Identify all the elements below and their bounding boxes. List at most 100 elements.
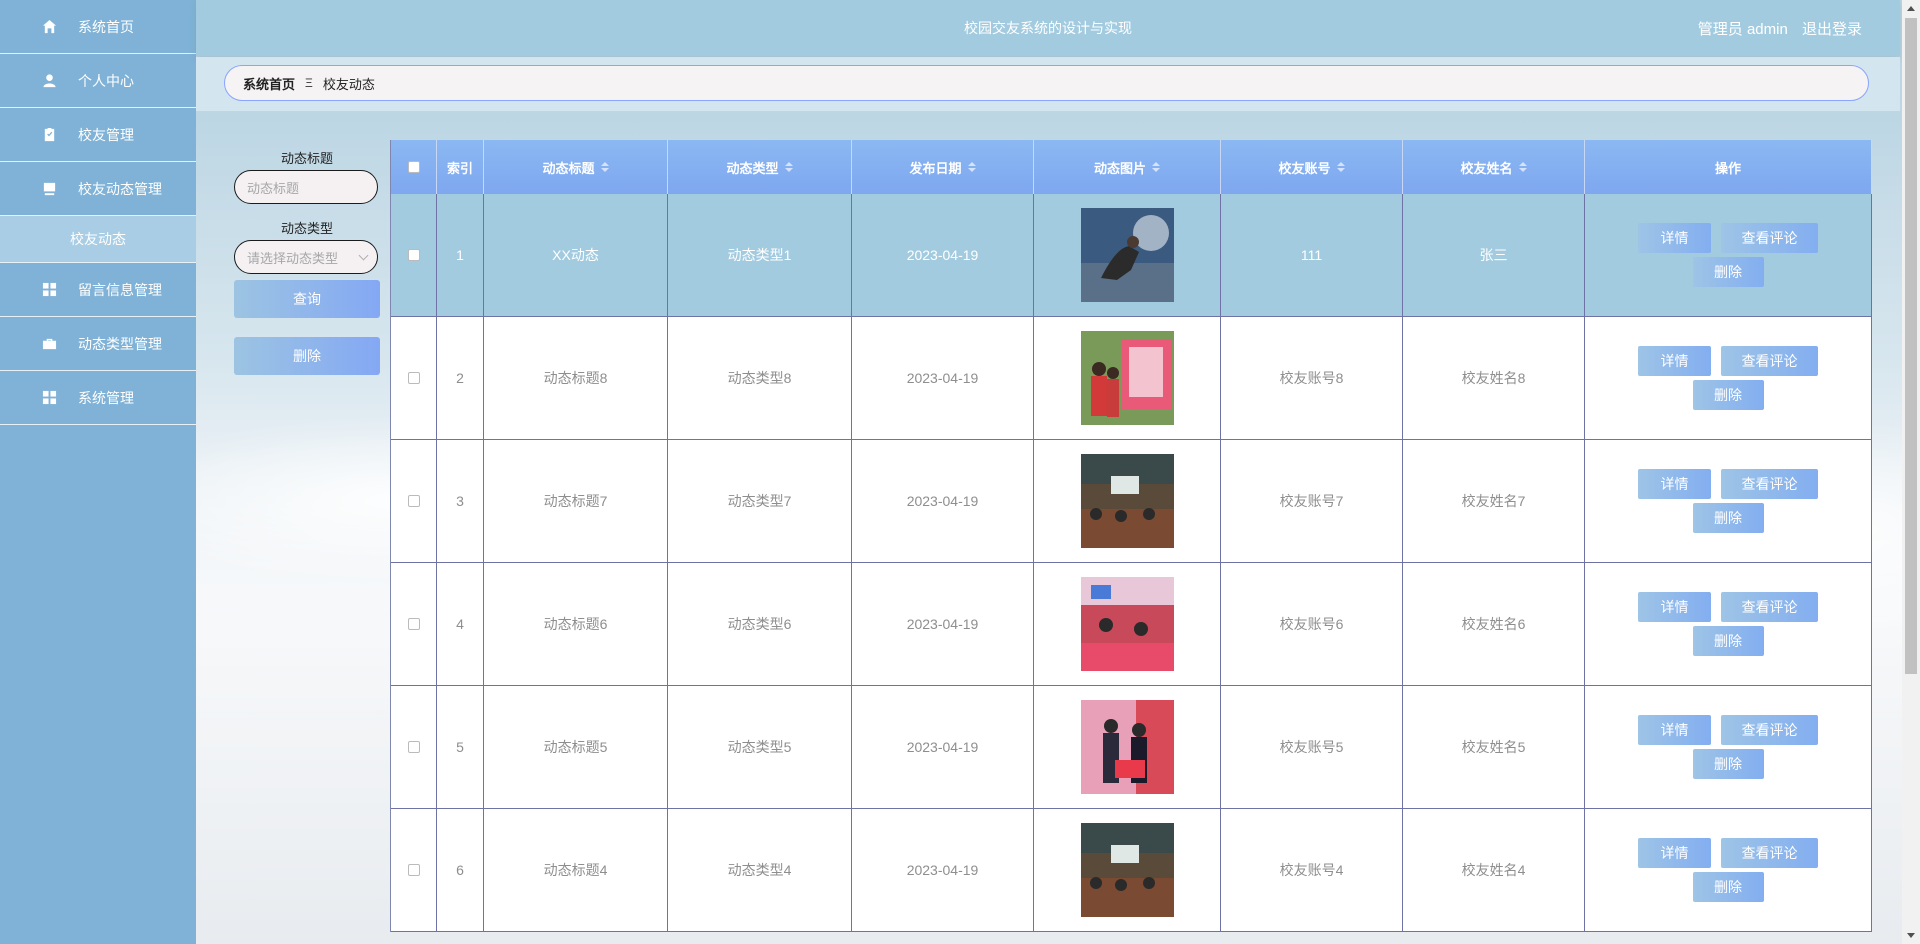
- user-area: 管理员 admin 退出登录: [1688, 18, 1862, 39]
- delete-button[interactable]: 删除: [1692, 257, 1764, 287]
- type-select[interactable]: 请选择动态类型: [234, 240, 378, 274]
- scrollbar-thumb[interactable]: [1905, 18, 1917, 674]
- view-comments-button[interactable]: 查看评论: [1721, 223, 1818, 253]
- row-date: 2023-04-19: [852, 563, 1034, 685]
- row-date: 2023-04-19: [852, 809, 1034, 931]
- sidebar-item-profile[interactable]: 个人中心: [0, 54, 196, 108]
- delete-button[interactable]: 删除: [1692, 872, 1764, 902]
- sidebar-item-label: 系统管理: [78, 389, 134, 406]
- table-row[interactable]: 4 动态标题6 动态类型6 2023-04-19 校友账号6 校友姓名6 详情查…: [391, 563, 1872, 686]
- view-comments-button[interactable]: 查看评论: [1721, 715, 1818, 745]
- delete-button[interactable]: 删除: [1692, 380, 1764, 410]
- table-row[interactable]: 2 动态标题8 动态类型8 2023-04-19 校友账号8 校友姓名8 详情查…: [391, 317, 1872, 440]
- view-comments-button[interactable]: 查看评论: [1721, 592, 1818, 622]
- detail-button[interactable]: 详情: [1638, 715, 1711, 745]
- dynamic-photo[interactable]: [1080, 577, 1174, 671]
- page-scrollbar[interactable]: [1902, 0, 1920, 944]
- dynamic-photo[interactable]: [1080, 700, 1174, 794]
- dynamic-photo[interactable]: [1080, 454, 1174, 548]
- sidebar-item-messages[interactable]: 留言信息管理: [0, 263, 196, 317]
- dynamic-photo[interactable]: [1080, 331, 1174, 425]
- logout-link[interactable]: 退出登录: [1802, 21, 1862, 38]
- row-index: 6: [437, 809, 484, 931]
- header-select-all[interactable]: [391, 140, 437, 194]
- table-row[interactable]: 5 动态标题5 动态类型5 2023-04-19 校友账号5 校友姓名5 详情查…: [391, 686, 1872, 809]
- sidebar-item-label: 校友动态管理: [78, 180, 162, 197]
- header-name-label: 校友姓名: [1460, 160, 1513, 176]
- header-name[interactable]: 校友姓名: [1403, 140, 1585, 194]
- row-type: 动态类型6: [668, 563, 852, 685]
- sort-icon[interactable]: [967, 162, 976, 172]
- view-comments-button[interactable]: 查看评论: [1721, 346, 1818, 376]
- row-account: 校友账号8: [1221, 317, 1403, 439]
- row-name: 校友姓名8: [1403, 317, 1585, 439]
- title-search-input[interactable]: 动态标题: [234, 170, 378, 204]
- row-index: 1: [437, 194, 484, 316]
- row-date: 2023-04-19: [852, 194, 1034, 316]
- row-name: 校友姓名4: [1403, 809, 1585, 931]
- sidebar-subitem-dynamics[interactable]: 校友动态: [0, 216, 196, 263]
- row-checkbox[interactable]: [407, 249, 420, 261]
- row-checkbox[interactable]: [407, 495, 420, 507]
- scroll-up-icon[interactable]: [1907, 6, 1915, 11]
- dynamic-photo[interactable]: [1080, 823, 1174, 917]
- view-comments-button[interactable]: 查看评论: [1721, 838, 1818, 868]
- delete-button[interactable]: 删除: [1692, 503, 1764, 533]
- table-row[interactable]: 3 动态标题7 动态类型7 2023-04-19 校友账号7 校友姓名7 详情查…: [391, 440, 1872, 563]
- type-filter-label: 动态类型: [280, 221, 333, 236]
- dynamics-table: 索引 动态标题 动态类型 发布日期 动态图片 校友账号 校友姓名 操作 1 XX…: [390, 140, 1872, 932]
- row-index: 4: [437, 563, 484, 685]
- user-label: 管理员 admin: [1697, 21, 1788, 38]
- sidebar-item-label: 系统首页: [78, 18, 134, 35]
- row-checkbox[interactable]: [407, 618, 420, 630]
- delete-button[interactable]: 删除: [1692, 749, 1764, 779]
- dynamic-photo[interactable]: [1080, 208, 1174, 302]
- scroll-down-icon[interactable]: [1907, 933, 1915, 938]
- row-title: 动态标题7: [484, 440, 668, 562]
- header-date[interactable]: 发布日期: [852, 140, 1034, 194]
- sort-icon[interactable]: [784, 162, 793, 172]
- row-checkbox[interactable]: [407, 864, 420, 876]
- sort-icon[interactable]: [600, 162, 609, 172]
- row-checkbox[interactable]: [407, 741, 420, 753]
- sort-icon[interactable]: [1336, 162, 1345, 172]
- row-name: 校友姓名7: [1403, 440, 1585, 562]
- row-checkbox[interactable]: [407, 372, 420, 384]
- row-title: 动态标题5: [484, 686, 668, 808]
- header-index: 索引: [437, 140, 484, 194]
- row-index: 5: [437, 686, 484, 808]
- detail-button[interactable]: 详情: [1638, 838, 1711, 868]
- detail-button[interactable]: 详情: [1638, 346, 1711, 376]
- row-type: 动态类型4: [668, 809, 852, 931]
- batch-delete-button[interactable]: 删除: [234, 337, 380, 375]
- sidebar-item-alumni[interactable]: 校友管理: [0, 108, 196, 162]
- sidebar-item-home[interactable]: 系统首页: [0, 0, 196, 54]
- header-account[interactable]: 校友账号: [1221, 140, 1403, 194]
- delete-button[interactable]: 删除: [1692, 626, 1764, 656]
- clipboard-icon: [40, 126, 58, 144]
- sidebar-item-dynamic-types[interactable]: 动态类型管理: [0, 317, 196, 371]
- title-search-placeholder: 动态标题: [247, 180, 300, 196]
- header-image[interactable]: 动态图片: [1034, 140, 1221, 194]
- sidebar-item-dynamics[interactable]: 校友动态管理: [0, 162, 196, 216]
- query-button[interactable]: 查询: [234, 280, 380, 318]
- row-title: 动态标题6: [484, 563, 668, 685]
- select-all-checkbox[interactable]: [407, 161, 420, 173]
- sort-icon[interactable]: [1152, 162, 1160, 172]
- table-header: 索引 动态标题 动态类型 发布日期 动态图片 校友账号 校友姓名 操作: [391, 140, 1872, 194]
- header-title[interactable]: 动态标题: [484, 140, 668, 194]
- sidebar-item-label: 校友管理: [78, 126, 134, 143]
- detail-button[interactable]: 详情: [1638, 223, 1711, 253]
- table-row[interactable]: 1 XX动态 动态类型1 2023-04-19 111 张三 详情 查看评论 删除: [391, 194, 1872, 317]
- header-ops-label: 操作: [1714, 160, 1741, 176]
- view-comments-button[interactable]: 查看评论: [1721, 469, 1818, 499]
- sort-icon[interactable]: [1518, 162, 1527, 172]
- header-type[interactable]: 动态类型: [668, 140, 852, 194]
- sidebar-item-system[interactable]: 系统管理: [0, 371, 196, 425]
- grid-icon: [40, 389, 58, 407]
- breadcrumb-home[interactable]: 系统首页: [243, 74, 295, 93]
- top-bar: 校园交友系统的设计与实现 管理员 admin 退出登录: [196, 0, 1900, 56]
- detail-button[interactable]: 详情: [1638, 592, 1711, 622]
- detail-button[interactable]: 详情: [1638, 469, 1711, 499]
- table-row[interactable]: 6 动态标题4 动态类型4 2023-04-19 校友账号4 校友姓名4 详情查…: [391, 809, 1872, 932]
